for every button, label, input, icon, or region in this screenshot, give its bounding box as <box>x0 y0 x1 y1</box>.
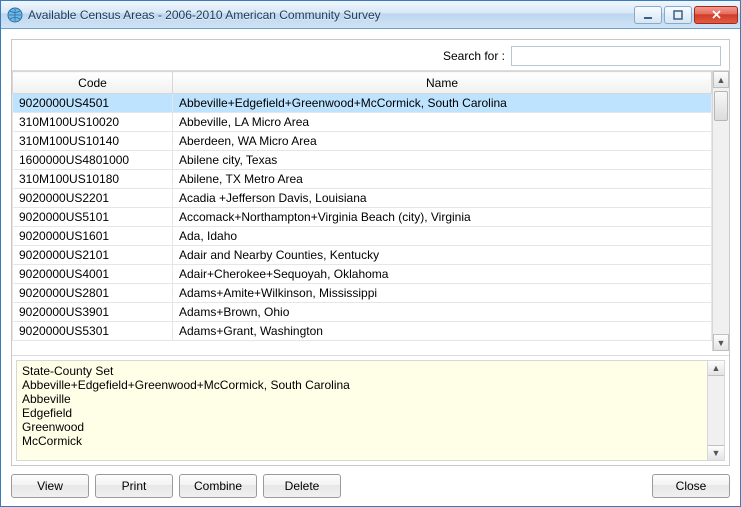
close-button[interactable]: Close <box>652 474 730 498</box>
cell-code: 9020000US2201 <box>13 189 173 208</box>
table-container: Code Name 9020000US4501Abbeville+Edgefie… <box>12 70 729 351</box>
table-row[interactable]: 310M100US10140Aberdeen, WA Micro Area <box>13 132 712 151</box>
window-controls <box>634 6 738 24</box>
cell-code: 310M100US10180 <box>13 170 173 189</box>
cell-name: Ada, Idaho <box>173 227 712 246</box>
cell-code: 9020000US3901 <box>13 303 173 322</box>
cell-name: Abilene, TX Metro Area <box>173 170 712 189</box>
cell-name: Abilene city, Texas <box>173 151 712 170</box>
close-icon <box>711 9 722 20</box>
scroll-down-icon[interactable]: ▼ <box>713 334 729 351</box>
table-scroll: Code Name 9020000US4501Abbeville+Edgefie… <box>12 71 712 351</box>
table-row[interactable]: 9020000US5101Accomack+Northampton+Virgin… <box>13 208 712 227</box>
cell-code: 310M100US10020 <box>13 113 173 132</box>
table-row[interactable]: 310M100US10020Abbeville, LA Micro Area <box>13 113 712 132</box>
scroll-thumb[interactable] <box>714 91 728 121</box>
table-row[interactable]: 9020000US4001Adair+Cherokee+Sequoyah, Ok… <box>13 265 712 284</box>
delete-button[interactable]: Delete <box>263 474 341 498</box>
main-panel: Search for : Code Name 9020000US4501Abbe… <box>11 39 730 466</box>
cell-name: Adams+Grant, Washington <box>173 322 712 341</box>
scroll-down-icon[interactable]: ▼ <box>708 445 724 460</box>
minimize-button[interactable] <box>634 6 662 24</box>
table-row[interactable]: 9020000US3901Adams+Brown, Ohio <box>13 303 712 322</box>
table-row[interactable]: 310M100US10180Abilene, TX Metro Area <box>13 170 712 189</box>
cell-name: Adams+Amite+Wilkinson, Mississippi <box>173 284 712 303</box>
cell-code: 9020000US2101 <box>13 246 173 265</box>
table-row[interactable]: 9020000US1601Ada, Idaho <box>13 227 712 246</box>
cell-name: Abbeville, LA Micro Area <box>173 113 712 132</box>
cell-name: Adair+Cherokee+Sequoyah, Oklahoma <box>173 265 712 284</box>
cell-name: Adams+Brown, Ohio <box>173 303 712 322</box>
maximize-button[interactable] <box>664 6 692 24</box>
app-icon <box>7 7 23 23</box>
cell-code: 9020000US4001 <box>13 265 173 284</box>
census-table: Code Name 9020000US4501Abbeville+Edgefie… <box>12 71 712 341</box>
detail-scrollbar[interactable]: ▲ ▼ <box>708 360 725 461</box>
spacer <box>347 474 646 498</box>
column-header-code[interactable]: Code <box>13 72 173 94</box>
scroll-up-icon[interactable]: ▲ <box>713 71 729 88</box>
detail-text: State-County Set Abbeville+Edgefield+Gre… <box>16 360 708 461</box>
cell-name: Acadia +Jefferson Davis, Louisiana <box>173 189 712 208</box>
cell-name: Aberdeen, WA Micro Area <box>173 132 712 151</box>
print-button[interactable]: Print <box>95 474 173 498</box>
cell-code: 1600000US4801000 <box>13 151 173 170</box>
cell-code: 9020000US5301 <box>13 322 173 341</box>
combine-button[interactable]: Combine <box>179 474 257 498</box>
table-row[interactable]: 1600000US4801000Abilene city, Texas <box>13 151 712 170</box>
window-title: Available Census Areas - 2006-2010 Ameri… <box>28 8 634 22</box>
table-row[interactable]: 9020000US5301Adams+Grant, Washington <box>13 322 712 341</box>
client-area: Search for : Code Name 9020000US4501Abbe… <box>1 29 740 506</box>
detail-panel: State-County Set Abbeville+Edgefield+Gre… <box>12 355 729 465</box>
table-row[interactable]: 9020000US2201Acadia +Jefferson Davis, Lo… <box>13 189 712 208</box>
minimize-icon <box>643 10 653 20</box>
table-row[interactable]: 9020000US2801Adams+Amite+Wilkinson, Miss… <box>13 284 712 303</box>
table-row[interactable]: 9020000US4501Abbeville+Edgefield+Greenwo… <box>13 94 712 113</box>
cell-code: 310M100US10140 <box>13 132 173 151</box>
search-bar: Search for : <box>12 40 729 70</box>
table-scrollbar[interactable]: ▲ ▼ <box>712 71 729 351</box>
window: Available Census Areas - 2006-2010 Ameri… <box>0 0 741 507</box>
close-window-button[interactable] <box>694 6 738 24</box>
maximize-icon <box>673 10 683 20</box>
cell-code: 9020000US1601 <box>13 227 173 246</box>
button-bar: View Print Combine Delete Close <box>11 472 730 498</box>
column-header-name[interactable]: Name <box>173 72 712 94</box>
search-input[interactable] <box>511 46 721 66</box>
cell-code: 9020000US2801 <box>13 284 173 303</box>
cell-name: Accomack+Northampton+Virginia Beach (cit… <box>173 208 712 227</box>
cell-name: Abbeville+Edgefield+Greenwood+McCormick,… <box>173 94 712 113</box>
table-row[interactable]: 9020000US2101Adair and Nearby Counties, … <box>13 246 712 265</box>
scroll-up-icon[interactable]: ▲ <box>708 361 724 376</box>
titlebar: Available Census Areas - 2006-2010 Ameri… <box>1 1 740 29</box>
cell-code: 9020000US5101 <box>13 208 173 227</box>
cell-code: 9020000US4501 <box>13 94 173 113</box>
cell-name: Adair and Nearby Counties, Kentucky <box>173 246 712 265</box>
view-button[interactable]: View <box>11 474 89 498</box>
search-label: Search for : <box>443 49 505 63</box>
